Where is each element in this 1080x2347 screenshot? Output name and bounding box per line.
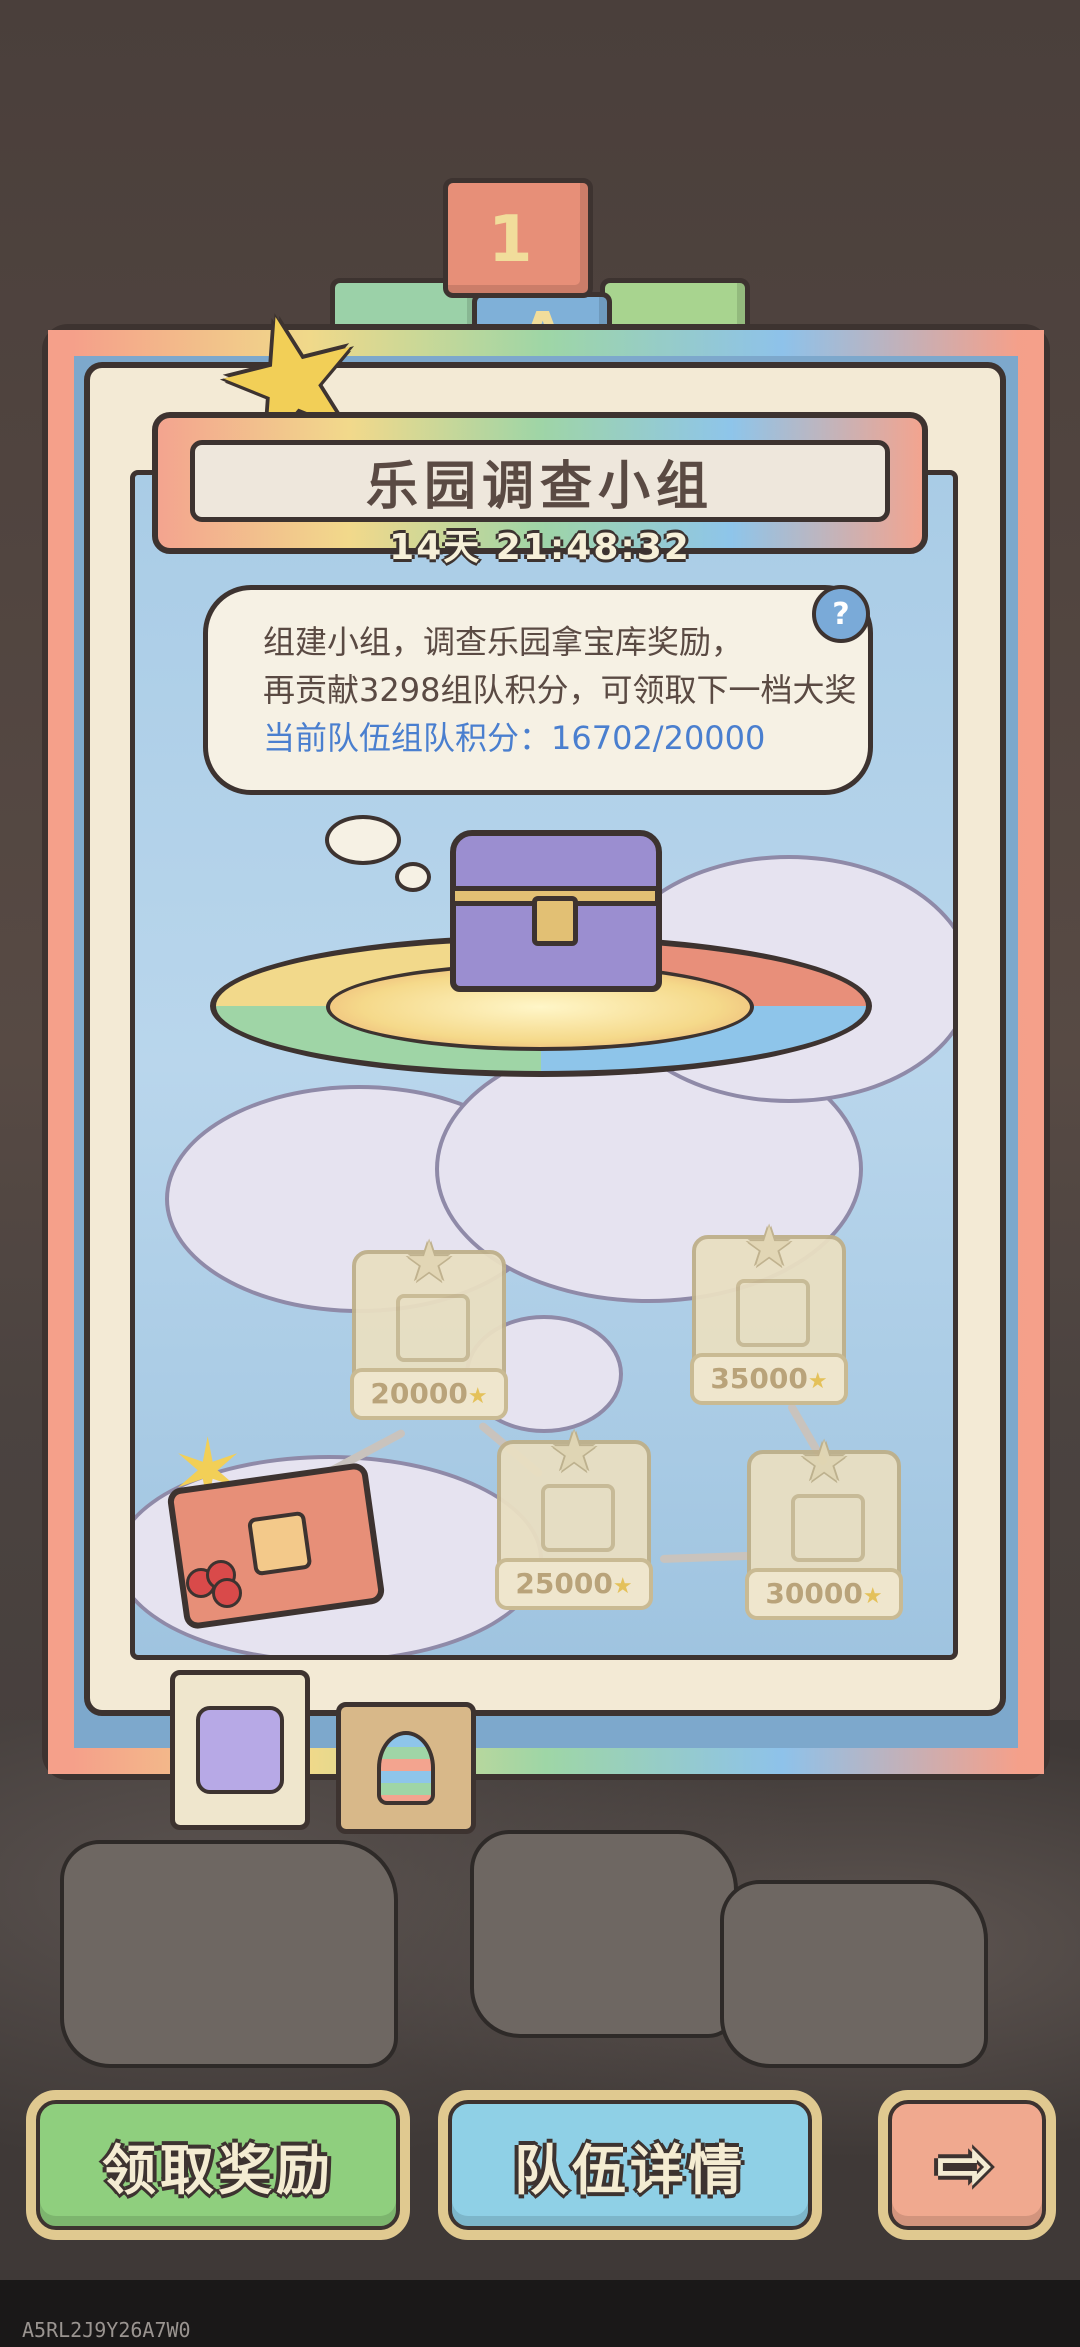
claim-reward-label: 领取奖励 (102, 2138, 334, 2202)
info-line-2: 再贡献3298组队积分，可领取下一档大奖 (263, 671, 857, 709)
reward-points: 20000★ (350, 1368, 508, 1420)
team-details-label: 队伍详情 (514, 2138, 746, 2202)
reward-node[interactable]: 25000★ (485, 1420, 655, 1610)
background-rock (60, 1840, 398, 2068)
reward-points: 30000★ (745, 1568, 903, 1620)
reward-points: 35000★ (690, 1353, 848, 1405)
reward-points: 25000★ (495, 1558, 653, 1610)
cloud-ring-icon (196, 1706, 284, 1794)
background-rock (470, 1830, 738, 2038)
reward-node[interactable]: 30000★ (735, 1430, 905, 1620)
reward-node[interactable]: 20000★ (340, 1230, 510, 1420)
tab-stacked-rings[interactable] (336, 1702, 476, 1834)
stacked-rings-icon (377, 1731, 435, 1805)
background-rock (720, 1880, 988, 2068)
info-bubble: 组建小组，调查乐园拿宝库奖励， 再贡献3298组队积分，可领取下一档大奖 当前队… (203, 585, 873, 795)
berries-icon (186, 1560, 246, 1608)
next-arrow-button[interactable]: ⇨ (878, 2090, 1056, 2240)
claim-reward-button[interactable]: 领取奖励 (26, 2090, 410, 2240)
thought-bubble (325, 815, 401, 865)
countdown-timer: 14天 21:48:32 (389, 527, 691, 568)
reward-node[interactable]: 35000★ (680, 1215, 850, 1405)
block-number: 1 (488, 203, 533, 277)
title-banner: 乐园调查小组 (190, 440, 890, 522)
info-line-1: 组建小组，调查乐园拿宝库奖励， (263, 623, 744, 661)
start-gift-box-icon[interactable] (166, 1461, 386, 1631)
thought-bubble-small (395, 862, 431, 892)
footer-code: A5RL2J9Y26A7W0 (22, 2318, 191, 2342)
arrow-right-icon: ⇨ (935, 2124, 999, 2206)
tab-cloud-ring[interactable] (170, 1670, 310, 1830)
event-title: 乐园调查小组 (365, 456, 714, 517)
treasure-chest-icon[interactable] (450, 830, 662, 992)
team-details-button[interactable]: 队伍详情 (438, 2090, 822, 2240)
toy-block-1: 1 (443, 178, 593, 298)
help-button[interactable]: ? (812, 585, 870, 643)
team-score-text: 当前队伍组队积分：16702/20000 (263, 719, 766, 757)
